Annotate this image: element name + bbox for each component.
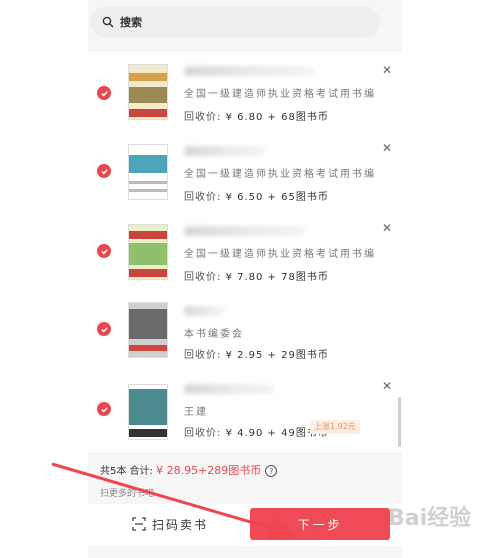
- book-price: 回收价: ¥ 6.80 + 68图书币: [184, 112, 329, 123]
- scrollbar[interactable]: [398, 397, 401, 447]
- book-author: 全国一级建造师执业资格考试用书编写 ···: [184, 249, 374, 260]
- remove-icon[interactable]: ✕: [382, 142, 392, 154]
- book-cover: [128, 302, 168, 358]
- search-icon: [102, 16, 114, 28]
- book-price: 回收价: ¥ 4.90 + 49图书币: [184, 428, 329, 439]
- checked-icon[interactable]: [97, 322, 111, 336]
- book-author: 王建: [184, 407, 208, 418]
- search-placeholder: 搜索: [120, 16, 142, 29]
- book-cover: [128, 384, 168, 440]
- checked-icon[interactable]: [97, 86, 111, 100]
- list-item: 全国一级建造师执业资格考试用书编写 ··· 回收价: ¥ 6.50 + 65图书…: [88, 132, 402, 212]
- search-area: 搜索: [88, 0, 402, 46]
- left-margin: [0, 0, 88, 558]
- phone-screen: 搜索 全国一级建造师执业资格考试用书编写 回收价: ¥ 6.80 + 68图书币…: [88, 0, 402, 558]
- right-margin: [402, 0, 500, 558]
- checked-icon[interactable]: [97, 164, 111, 178]
- list-item: 全国一级建造师执业资格考试用书编写 ··· 回收价: ¥ 7.80 + 78图书…: [88, 212, 402, 292]
- help-icon[interactable]: ?: [265, 465, 278, 477]
- remove-icon[interactable]: ✕: [382, 64, 392, 76]
- book-title-blurred: [184, 66, 314, 76]
- book-author: 全国一级建造师执业资格考试用书编写: [184, 89, 374, 100]
- book-cover: [128, 144, 168, 200]
- book-title-blurred: [184, 146, 264, 156]
- book-author: 全国一级建造师执业资格考试用书编写 ···: [184, 169, 374, 180]
- book-cover: [128, 224, 168, 280]
- scan-icon: [132, 517, 146, 531]
- total-amount: ¥ 28.95+289图书币: [156, 464, 262, 477]
- book-title-blurred: [184, 226, 304, 236]
- book-price: 回收价: ¥ 7.80 + 78图书币: [184, 272, 329, 283]
- book-cover: [128, 64, 168, 120]
- search-input[interactable]: 搜索: [90, 7, 380, 37]
- remove-icon[interactable]: ✕: [382, 380, 392, 392]
- book-list: 全国一级建造师执业资格考试用书编写 回收价: ¥ 6.80 + 68图书币 ✕ …: [88, 52, 402, 452]
- list-item: 全国一级建造师执业资格考试用书编写 回收价: ¥ 6.80 + 68图书币 ✕: [88, 52, 402, 132]
- checked-icon[interactable]: [97, 402, 111, 416]
- next-step-button[interactable]: 下一步: [250, 508, 390, 540]
- bottom-bar: 扫码卖书 下一步: [88, 504, 402, 546]
- scan-hint: 扫更多的书吧: [100, 489, 155, 499]
- scan-sell-button[interactable]: 扫码卖书: [132, 512, 208, 536]
- list-item: 王建 回收价: ¥ 4.90 + 49图书币 ✕: [88, 372, 402, 452]
- list-item: 本书编委会 回收价: ¥ 2.95 + 29图书币: [88, 292, 402, 372]
- order-summary: 共5本 合计: ¥ 28.95+289图书币?: [100, 462, 278, 478]
- price-increase-badge: 上涨1.92元: [310, 420, 360, 434]
- book-author: 本书编委会: [184, 329, 244, 340]
- book-price: 回收价: ¥ 2.95 + 29图书币: [184, 350, 329, 361]
- book-title-blurred: [184, 384, 274, 394]
- watermark: Bai经验: [388, 506, 472, 531]
- remove-icon[interactable]: ✕: [382, 222, 392, 234]
- book-title-blurred: [184, 306, 224, 316]
- book-price: 回收价: ¥ 6.50 + 65图书币: [184, 192, 329, 203]
- checked-icon[interactable]: [97, 244, 111, 258]
